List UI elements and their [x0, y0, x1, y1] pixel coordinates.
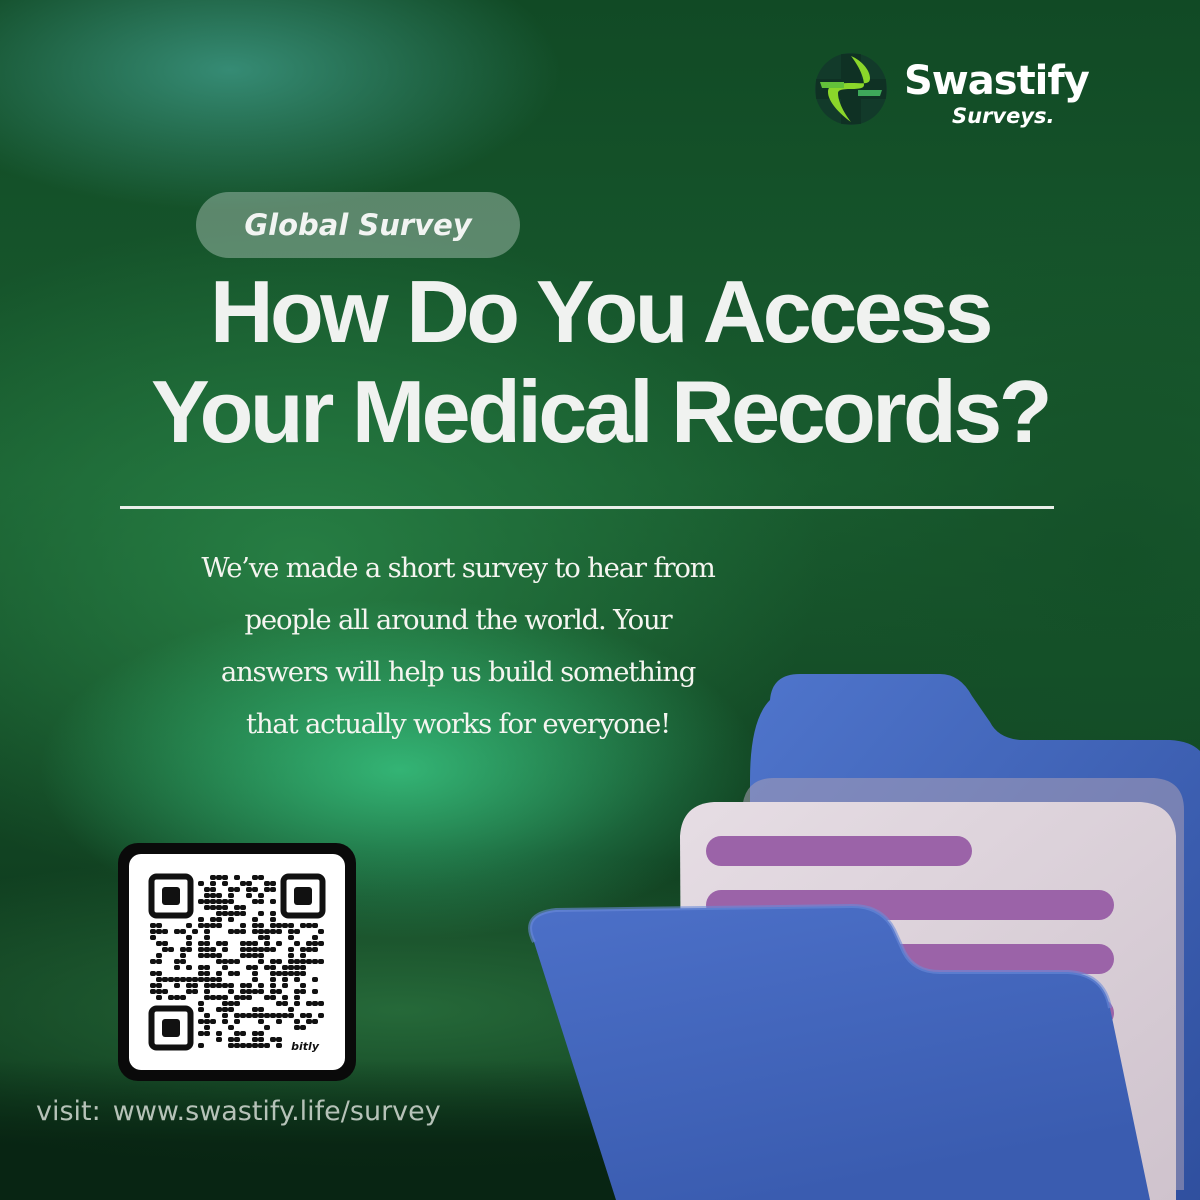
brand-logo: Swastify Surveys.	[814, 52, 1090, 132]
qr-pattern-icon	[148, 873, 326, 1051]
divider	[120, 506, 1054, 509]
plus-cross-logo-icon	[815, 53, 887, 125]
description-line-2: people all around the world. Your	[244, 604, 673, 636]
survey-url-link[interactable]: www.swastify.life/survey	[113, 1096, 441, 1127]
visit-line: visit: www.swastify.life/survey	[36, 1096, 441, 1127]
category-badge-label: Global Survey	[244, 208, 472, 242]
description-line-1: We’ve made a short survey to hear from	[201, 552, 715, 584]
open-folder-with-documents-icon	[528, 674, 1200, 1200]
qr-brand-label: bitly	[291, 1040, 319, 1053]
survey-poster: Swastify Surveys. Global Survey How Do Y…	[0, 0, 1200, 1200]
qr-code-image: bitly	[129, 854, 345, 1070]
headline: How Do You Access Your Medical Records?	[60, 262, 1140, 462]
brand-subtitle: Surveys.	[952, 104, 1055, 128]
qr-code[interactable]: bitly	[118, 843, 356, 1081]
category-badge: Global Survey	[196, 192, 520, 258]
brand-name: Swastify	[904, 58, 1090, 104]
visit-label: visit:	[36, 1096, 101, 1127]
headline-line-1: How Do You Access	[210, 262, 993, 361]
headline-line-2: Your Medical Records?	[151, 362, 1052, 461]
